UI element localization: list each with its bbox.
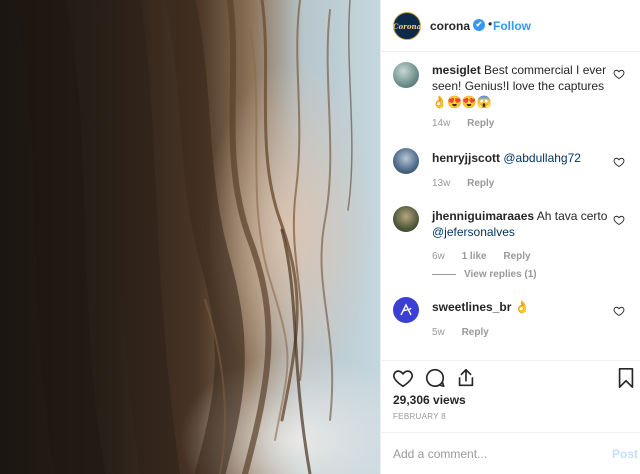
comment-icon[interactable] bbox=[424, 367, 446, 389]
follow-button[interactable]: Follow bbox=[493, 19, 531, 33]
avatar-logo-text: Corona bbox=[392, 21, 422, 31]
comment-time[interactable]: 14w bbox=[432, 118, 450, 129]
commenter-username[interactable]: henryjjscott bbox=[432, 151, 500, 165]
comment-meta: 5w Reply bbox=[432, 327, 503, 338]
comment-time[interactable]: 13w bbox=[432, 178, 450, 189]
reply-button[interactable]: Reply bbox=[467, 118, 494, 129]
post-date[interactable]: FEBRUARY 8 bbox=[393, 412, 446, 421]
post-header: Corona corona ✔ • Follow bbox=[381, 0, 640, 52]
share-icon[interactable] bbox=[455, 367, 477, 389]
post-video[interactable] bbox=[0, 0, 380, 474]
post-button[interactable]: Post bbox=[612, 447, 638, 461]
action-bar bbox=[381, 360, 640, 390]
commenter-avatar[interactable] bbox=[393, 297, 419, 323]
comment-text: jhenniguimaraaes Ah tava certo @jeferson… bbox=[432, 208, 612, 240]
account-name[interactable]: corona bbox=[430, 19, 470, 33]
comment-meta: 6w 1 like Reply bbox=[432, 251, 545, 262]
reply-button[interactable]: Reply bbox=[462, 327, 489, 338]
comment-meta: 14w Reply bbox=[432, 118, 508, 129]
video-frame-art bbox=[15, 0, 353, 474]
comment-meta: 13w Reply bbox=[432, 178, 508, 189]
comment-likes[interactable]: 1 like bbox=[462, 251, 487, 262]
comment-text: sweetlines_br 👌 bbox=[432, 299, 612, 315]
view-count[interactable]: 29,306 views bbox=[393, 393, 466, 407]
comment-input[interactable] bbox=[393, 445, 603, 463]
comment-time[interactable]: 6w bbox=[432, 251, 445, 262]
commenter-username[interactable]: jhenniguimaraaes bbox=[432, 209, 534, 223]
comment-time[interactable]: 5w bbox=[432, 327, 445, 338]
reply-button[interactable]: Reply bbox=[503, 251, 530, 262]
like-comment-heart-icon[interactable] bbox=[613, 305, 625, 317]
replies-divider bbox=[432, 273, 456, 275]
post-panel: Corona corona ✔ • Follow mesiglet Best c… bbox=[380, 0, 640, 474]
comment-text: henryjjscott @abdullahg72 bbox=[432, 150, 612, 166]
view-replies-label: View replies (1) bbox=[464, 269, 537, 280]
commenter-username[interactable]: mesiglet bbox=[432, 63, 481, 77]
comments-list[interactable]: mesiglet Best commercial I ever seen! Ge… bbox=[381, 52, 640, 360]
comment-text: mesiglet Best commercial I ever seen! Ge… bbox=[432, 62, 612, 110]
mention-link[interactable]: @jefersonalves bbox=[432, 225, 515, 239]
verified-icon: ✔ bbox=[473, 19, 485, 31]
comment-emoji: 👌 bbox=[514, 300, 530, 314]
mention-link[interactable]: @abdullahg72 bbox=[503, 151, 581, 165]
like-comment-heart-icon[interactable] bbox=[613, 156, 625, 168]
add-comment-bar: Post bbox=[381, 432, 640, 474]
comment-message: Ah tava certo bbox=[536, 209, 608, 223]
avatar-logo-icon bbox=[400, 303, 412, 316]
comment-emoji: 👌😍😍😱 bbox=[432, 95, 492, 109]
commenter-avatar[interactable] bbox=[393, 148, 419, 174]
bookmark-icon[interactable] bbox=[615, 367, 637, 389]
commenter-avatar[interactable] bbox=[393, 62, 419, 88]
heart-icon[interactable] bbox=[392, 367, 414, 389]
commenter-avatar[interactable] bbox=[393, 206, 419, 232]
like-comment-heart-icon[interactable] bbox=[613, 68, 625, 80]
like-comment-heart-icon[interactable] bbox=[613, 214, 625, 226]
commenter-username[interactable]: sweetlines_br bbox=[432, 300, 511, 314]
view-replies-button[interactable]: View replies (1) bbox=[432, 269, 537, 280]
account-avatar[interactable]: Corona bbox=[393, 12, 421, 40]
reply-button[interactable]: Reply bbox=[467, 178, 494, 189]
separator-dot: • bbox=[488, 17, 493, 31]
